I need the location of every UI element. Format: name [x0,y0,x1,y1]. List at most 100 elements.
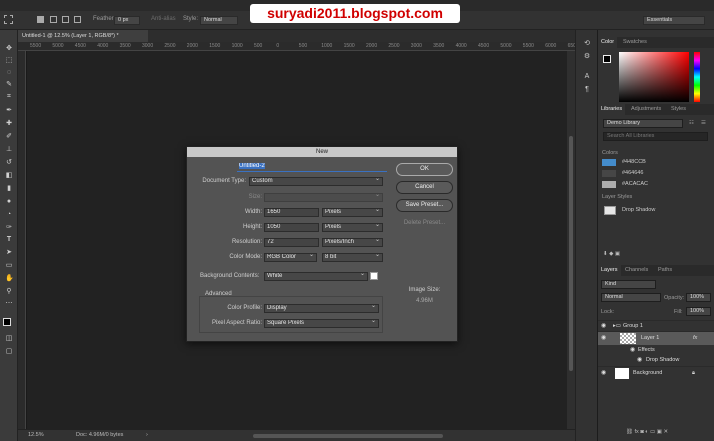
subtract-selection-icon[interactable] [62,16,69,23]
clone-stamp-tool-icon[interactable]: ⊥ [5,146,13,154]
properties-icon[interactable]: ⚙ [583,53,591,61]
blur-tool-icon[interactable]: ● [5,198,13,206]
antialias-label[interactable]: Anti-alias [151,16,176,22]
color-fg-bg-icon[interactable] [603,55,611,63]
layer-row-drop-shadow[interactable]: ◉ Drop Shadow [598,355,714,366]
vertical-scrollbar[interactable] [567,51,575,429]
brush-tool-icon[interactable]: ✐ [5,133,13,141]
history-brush-tool-icon[interactable]: ↺ [5,159,13,167]
style-select[interactable]: Normal [200,16,238,25]
blend-mode-select[interactable]: Normal [601,293,661,302]
delete-preset-button[interactable]: Delete Preset... [396,217,453,230]
screen-mode-icon[interactable]: ▢ [5,348,13,356]
lasso-tool-icon[interactable]: ◌ [5,69,13,77]
color-picker-field[interactable] [619,52,689,102]
healing-brush-tool-icon[interactable]: ✚ [5,120,13,128]
doc-size[interactable]: Doc: 4.96M/0 bytes [76,432,123,438]
marquee-tool-icon[interactable] [4,15,13,24]
dodge-tool-icon[interactable]: ◔ [5,211,13,219]
save-preset-button[interactable]: Save Preset... [396,199,453,212]
tab-adjustments[interactable]: Adjustments [628,104,664,115]
type-tool-icon[interactable]: T [5,236,13,244]
ok-button[interactable]: OK [396,163,453,176]
tab-channels[interactable]: Channels [622,265,651,276]
resolution-input[interactable]: 72 [264,238,319,247]
document-tab[interactable]: Untitled-1 @ 12.5% (Layer 1, RGB/8*) * [18,30,148,42]
color-mode-select[interactable]: RGB Color [264,253,317,262]
layer-name[interactable]: Group 1 [623,323,643,330]
height-input[interactable]: 1050 [264,223,319,232]
library-grid-icon[interactable]: ☷ [689,120,694,126]
visibility-eye-icon[interactable]: ◉ [637,357,643,363]
layer-row-layer1[interactable]: ◉ Layer 1 fx [598,331,714,345]
advanced-toggle[interactable]: Advanced [205,290,232,299]
pen-tool-icon[interactable]: ✑ [5,224,13,232]
library-search-input[interactable]: Search All Libraries [603,132,708,141]
width-unit-select[interactable]: Pixels [322,208,383,217]
path-selection-tool-icon[interactable]: ➤ [5,249,13,257]
paragraph-icon[interactable]: ¶ [583,86,591,94]
feather-input[interactable]: 0 px [114,16,140,25]
color-profile-select[interactable]: Display [264,304,379,313]
quick-mask-icon[interactable]: ◫ [5,335,13,343]
pixel-aspect-select[interactable]: Square Pixels [264,319,379,328]
library-list-icon[interactable]: ☰ [701,120,706,126]
new-selection-icon[interactable] [37,16,44,23]
fx-icon[interactable]: fx [693,335,697,342]
tab-swatches[interactable]: Swatches [620,37,650,48]
hue-slider[interactable] [694,52,700,102]
zoom-tool-icon[interactable]: ⚲ [5,288,13,296]
layer-style-name[interactable]: Drop Shadow [622,207,655,213]
tab-libraries[interactable]: Libraries [598,104,626,115]
marquee-tool-icon[interactable]: ⬚ [5,57,13,65]
visibility-eye-icon[interactable]: ◉ [601,335,607,341]
background-contents-select[interactable]: White [264,272,368,281]
layers-footer-icons[interactable]: ⛓ fx ◙ ◐ ▭ ▣ ✕ [626,429,668,435]
layer-row-background[interactable]: ◉ Background 🔒︎ [598,366,714,380]
intersect-selection-icon[interactable] [74,16,81,23]
tab-layers[interactable]: Layers [598,265,621,276]
layer-name[interactable]: Layer 1 [641,335,659,342]
horizontal-scrollbar-thumb[interactable] [253,434,443,438]
eraser-tool-icon[interactable]: ◧ [5,172,13,180]
height-unit-select[interactable]: Pixels [322,223,383,232]
cancel-button[interactable]: Cancel [396,181,453,194]
shape-tool-icon[interactable]: ▭ [5,262,13,270]
bit-depth-select[interactable]: 8 bit [322,253,383,262]
size-select[interactable] [264,193,383,202]
visibility-eye-icon[interactable]: ◉ [601,323,607,329]
scrollbar-thumb[interactable] [569,136,573,371]
hand-tool-icon[interactable]: ✋ [5,275,14,283]
gradient-tool-icon[interactable]: ▮ [5,185,13,193]
tab-paths[interactable]: Paths [655,265,675,276]
opacity-input[interactable]: 100% [686,293,711,302]
foreground-color-swatch[interactable] [3,318,11,326]
background-color-swatch[interactable] [370,272,378,280]
character-icon[interactable]: A [583,73,591,81]
drop-shadow-label[interactable]: Drop Shadow [646,357,679,364]
zoom-level[interactable]: 12.5% [28,432,44,438]
resolution-unit-select[interactable]: Pixels/Inch [322,238,383,247]
document-type-select[interactable]: Custom [249,177,383,186]
visibility-eye-icon[interactable]: ◉ [630,347,636,353]
lock-icon[interactable]: 🔒︎ [692,370,695,377]
width-input[interactable]: 1650 [264,208,319,217]
add-selection-icon[interactable] [50,16,57,23]
workspace-select[interactable]: Essentials [643,16,705,25]
history-icon[interactable]: ⟲ [583,40,591,48]
quick-select-tool-icon[interactable]: ✎ [5,81,13,89]
layer-row-group[interactable]: ◉ ▸▭ Group 1 [598,320,714,331]
layer-style-thumb[interactable] [604,206,616,215]
library-footer-icons[interactable]: ⬇ ◆ ▣ [603,251,620,257]
crop-tool-icon[interactable]: ⌗ [5,93,13,101]
layer-name[interactable]: Background [633,370,662,377]
status-arrow-icon[interactable]: › [146,432,148,438]
more-tools-icon[interactable]: ⋯ [5,300,13,308]
effects-label[interactable]: Effects [638,347,655,354]
visibility-eye-icon[interactable]: ◉ [601,370,607,376]
name-input[interactable]: Untitled-2 [237,163,387,172]
move-tool-icon[interactable]: ✥ [5,45,13,53]
layer-kind-filter[interactable]: Kind [601,280,656,289]
eyedropper-tool-icon[interactable]: ✒ [5,107,13,115]
fill-input[interactable]: 100% [686,307,711,316]
